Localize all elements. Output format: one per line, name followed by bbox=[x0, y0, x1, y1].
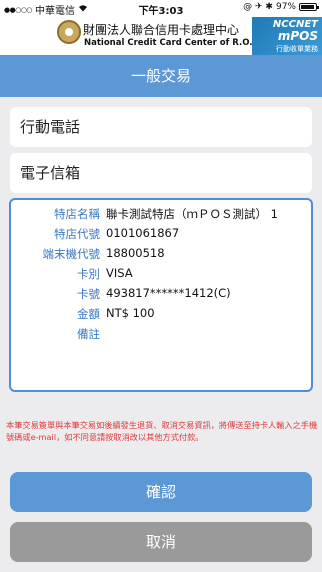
org-name-en: National Credit Card Center of R.O.C. bbox=[84, 38, 262, 48]
status-icons: @ ✈ ✱ bbox=[243, 2, 273, 12]
info-value: NT$ 100 bbox=[106, 306, 155, 320]
transaction-info-box: 特店名稱 聯卡測試特店（ｍＰＯＳ測試） 1 特店代號 0101061867 端末… bbox=[9, 198, 313, 392]
info-row-terminal-id: 端末機代號 18800518 bbox=[11, 246, 311, 264]
page-title: 一般交易 bbox=[0, 55, 322, 97]
ncc-logo-icon bbox=[57, 20, 81, 44]
app-banner: 財團法人聯合信用卡處理中心 National Credit Card Cente… bbox=[0, 17, 322, 55]
org-name-cn: 財團法人聯合信用卡處理中心 bbox=[83, 23, 240, 37]
info-label: 卡號 bbox=[77, 287, 100, 301]
battery-percent: 97% bbox=[275, 2, 296, 12]
brand-subtitle: 行動收單業務 bbox=[276, 45, 318, 53]
info-label: 特店代號 bbox=[54, 227, 100, 241]
info-row-merchant-name: 特店名稱 聯卡測試特店（ｍＰＯＳ測試） 1 bbox=[11, 206, 311, 224]
info-row-remarks: 備註 bbox=[11, 326, 311, 344]
info-value: 18800518 bbox=[106, 246, 165, 260]
info-value: 聯卡測試特店（ｍＰＯＳ測試） 1 bbox=[106, 207, 278, 221]
info-label: 備註 bbox=[77, 327, 100, 341]
info-label: 金額 bbox=[77, 307, 100, 321]
info-row-card-type: 卡別 VISA bbox=[11, 266, 311, 284]
brand-logo: NCCNET mPOS 行動收單業務 bbox=[252, 17, 322, 55]
cancel-button[interactable]: 取消 bbox=[10, 522, 312, 562]
phone-field[interactable]: 行動電話 bbox=[10, 107, 312, 147]
email-field[interactable]: 電子信箱 bbox=[10, 153, 312, 193]
notice-text: 本筆交易簽單與本筆交易如後續發生退貨、取消交易資訊，將傳送至持卡人輸入之手機號碼… bbox=[6, 420, 318, 442]
status-right: @ ✈ ✱ 97% bbox=[243, 2, 319, 12]
info-row-amount: 金額 NT$ 100 bbox=[11, 306, 311, 324]
info-value: VISA bbox=[106, 266, 133, 280]
info-row-card-number: 卡號 493817******1412(C) bbox=[11, 286, 311, 304]
brand-mpos: mPOS bbox=[277, 29, 318, 43]
info-value: 493817******1412(C) bbox=[106, 286, 231, 300]
info-row-merchant-id: 特店代號 0101061867 bbox=[11, 226, 311, 244]
confirm-button[interactable]: 確認 bbox=[10, 472, 312, 512]
status-bar: ●●○○○ 中華電信 下午3:03 @ ✈ ✱ 97% bbox=[0, 0, 322, 17]
info-label: 特店名稱 bbox=[54, 207, 100, 221]
info-label: 卡別 bbox=[77, 267, 100, 281]
info-label: 端末機代號 bbox=[42, 247, 101, 261]
battery-icon bbox=[299, 3, 319, 11]
info-value: 0101061867 bbox=[106, 226, 180, 240]
